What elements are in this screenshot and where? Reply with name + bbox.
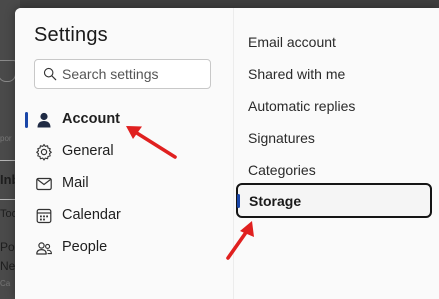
search-icon xyxy=(43,67,57,81)
subsection-categories[interactable]: Categories xyxy=(248,162,316,178)
envelope-icon xyxy=(36,177,52,191)
settings-dialog: Settings Account xyxy=(15,8,439,299)
subsection-shared-with-me[interactable]: Shared with me xyxy=(248,66,345,82)
selection-indicator xyxy=(25,112,28,128)
account-subsection-list: Email account Shared with me Automatic r… xyxy=(233,8,439,299)
divider xyxy=(0,160,15,161)
person-icon xyxy=(37,112,51,128)
calendar-icon xyxy=(36,208,52,224)
background-text: Inb xyxy=(0,172,15,187)
gear-icon xyxy=(36,143,52,161)
search-input[interactable] xyxy=(62,60,207,88)
sidebar-item-calendar[interactable]: Calendar xyxy=(25,201,225,231)
shield-icon xyxy=(0,60,16,82)
background-text: Ne xyxy=(0,259,15,273)
subsection-label: Storage xyxy=(249,193,302,209)
background-text: Po xyxy=(0,240,15,254)
divider xyxy=(0,199,15,200)
people-icon xyxy=(36,242,52,255)
search-box[interactable] xyxy=(34,59,211,89)
sidebar-item-people[interactable]: People xyxy=(25,233,225,263)
sidebar-item-label: General xyxy=(62,143,114,159)
sidebar-item-label: Account xyxy=(62,111,120,127)
background-text: Too xyxy=(0,208,15,220)
subsection-email-account[interactable]: Email account xyxy=(248,34,336,50)
screen: por Inb Too Po Ne Ca Settings xyxy=(0,0,439,299)
subsection-storage[interactable]: Storage xyxy=(236,183,432,218)
subsection-signatures[interactable]: Signatures xyxy=(248,130,315,146)
sidebar-item-general[interactable]: General xyxy=(25,137,225,167)
sidebar-item-mail[interactable]: Mail xyxy=(25,169,225,199)
settings-sidebar: Settings Account xyxy=(15,8,233,299)
background-text: por xyxy=(0,134,12,143)
sidebar-item-label: Mail xyxy=(62,175,89,191)
background-text: Ca xyxy=(0,279,11,288)
subsection-automatic-replies[interactable]: Automatic replies xyxy=(248,98,355,114)
sidebar-item-account[interactable]: Account xyxy=(25,105,225,135)
sidebar-item-label: Calendar xyxy=(62,207,121,223)
sidebar-item-label: People xyxy=(62,239,108,255)
page-title: Settings xyxy=(34,24,108,46)
selection-indicator xyxy=(237,194,240,208)
